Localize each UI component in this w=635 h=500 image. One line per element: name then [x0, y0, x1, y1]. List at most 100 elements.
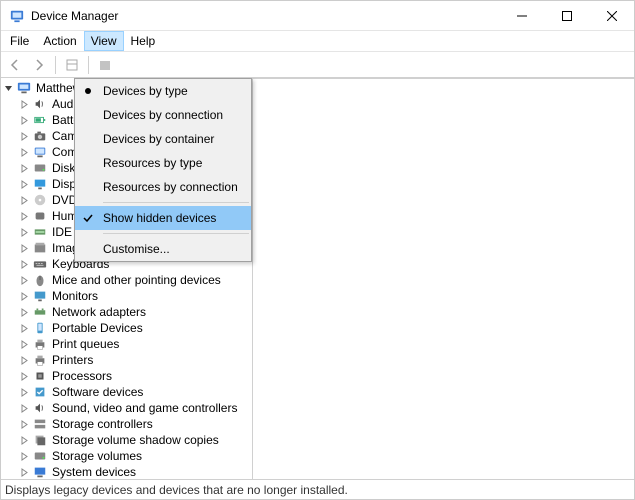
expand-icon[interactable]: [19, 240, 30, 256]
system-icon: [32, 464, 48, 479]
view-resources-by-type[interactable]: Resources by type: [75, 151, 251, 175]
tree-item[interactable]: System devices: [1, 464, 252, 479]
battery-icon: [32, 112, 48, 128]
menu-file[interactable]: File: [3, 31, 36, 51]
view-devices-by-connection[interactable]: Devices by connection: [75, 103, 251, 127]
maximize-button[interactable]: [544, 1, 589, 30]
tree-item[interactable]: Printers: [1, 352, 252, 368]
content-area: Matthew AudBatteCamComDiskDispDVDHuman I…: [1, 78, 634, 479]
tree-item-label: Printers: [52, 353, 93, 367]
menu-label: Devices by connection: [101, 108, 223, 122]
tree-item-label: Print queues: [52, 337, 119, 351]
cpu-icon: [32, 368, 48, 384]
window-buttons: [499, 1, 634, 30]
toolbar: [1, 52, 634, 78]
expand-icon[interactable]: [19, 304, 30, 320]
tree-item-label: Storage controllers: [52, 417, 153, 431]
expand-icon[interactable]: [19, 176, 30, 192]
view-devices-by-container[interactable]: Devices by container: [75, 127, 251, 151]
expand-icon[interactable]: [19, 416, 30, 432]
forward-button[interactable]: [28, 54, 50, 76]
disk-icon: [32, 448, 48, 464]
expand-icon[interactable]: [19, 208, 30, 224]
menu-label: Resources by type: [101, 156, 202, 170]
menu-action[interactable]: Action: [36, 31, 83, 51]
printer-icon: [32, 336, 48, 352]
monitor-icon: [32, 288, 48, 304]
tree-item[interactable]: Sound, video and game controllers: [1, 400, 252, 416]
view-customise[interactable]: Customise...: [75, 237, 251, 261]
expand-icon[interactable]: [19, 144, 30, 160]
expand-icon[interactable]: [19, 192, 30, 208]
tree-item-label: Network adapters: [52, 305, 146, 319]
tree-item[interactable]: Mice and other pointing devices: [1, 272, 252, 288]
view-show-hidden[interactable]: Show hidden devices: [75, 206, 251, 230]
close-button[interactable]: [589, 1, 634, 30]
menu-help[interactable]: Help: [124, 31, 163, 51]
menu-label: Resources by connection: [101, 180, 238, 194]
tree-item-label: Software devices: [52, 385, 143, 399]
ide-icon: [32, 224, 48, 240]
toolbar-separator: [88, 56, 89, 74]
expand-icon[interactable]: [19, 128, 30, 144]
view-devices-by-type[interactable]: Devices by type: [75, 79, 251, 103]
expand-icon[interactable]: [19, 224, 30, 240]
expand-icon[interactable]: [19, 96, 30, 112]
tree-item-label: Mice and other pointing devices: [52, 273, 221, 287]
tree-item[interactable]: Storage volumes: [1, 448, 252, 464]
storage-icon: [32, 416, 48, 432]
tree-item[interactable]: Storage controllers: [1, 416, 252, 432]
expand-icon[interactable]: [19, 384, 30, 400]
display-icon: [32, 176, 48, 192]
software-icon: [32, 384, 48, 400]
checkmark-icon: [75, 206, 101, 230]
tree-item[interactable]: Processors: [1, 368, 252, 384]
tree-item[interactable]: Print queues: [1, 336, 252, 352]
tree-item[interactable]: Network adapters: [1, 304, 252, 320]
expand-icon[interactable]: [19, 288, 30, 304]
statusbar: Displays legacy devices and devices that…: [1, 479, 634, 499]
expand-icon[interactable]: [19, 112, 30, 128]
menu-separator: [103, 233, 249, 234]
toolbar-separator: [55, 56, 56, 74]
tree-item-label: Disk: [52, 161, 75, 175]
window-title: Device Manager: [31, 9, 499, 23]
titlebar: Device Manager: [1, 1, 634, 31]
keyboard-icon: [32, 256, 48, 272]
back-button[interactable]: [4, 54, 26, 76]
menu-separator: [103, 202, 249, 203]
collapse-icon[interactable]: [3, 80, 14, 96]
menu-view[interactable]: View: [84, 31, 124, 51]
expand-icon[interactable]: [19, 256, 30, 272]
tree-item-label: Storage volume shadow copies: [52, 433, 219, 447]
view-resources-by-connection[interactable]: Resources by connection: [75, 175, 251, 199]
expand-icon[interactable]: [19, 400, 30, 416]
tree-item[interactable]: Storage volume shadow copies: [1, 432, 252, 448]
expand-icon[interactable]: [19, 320, 30, 336]
computer-icon: [32, 144, 48, 160]
expand-icon[interactable]: [19, 272, 30, 288]
tree-item-label: System devices: [52, 465, 136, 479]
minimize-button[interactable]: [499, 1, 544, 30]
tree-item[interactable]: Software devices: [1, 384, 252, 400]
menu-label: Devices by container: [101, 132, 214, 146]
tree-item[interactable]: Monitors: [1, 288, 252, 304]
network-icon: [32, 304, 48, 320]
imaging-icon: [32, 240, 48, 256]
expand-icon[interactable]: [19, 368, 30, 384]
toolbar-button[interactable]: [94, 54, 116, 76]
tree-item-label: Aud: [52, 97, 73, 111]
speaker-icon: [32, 96, 48, 112]
menubar: File Action View Help: [1, 31, 634, 52]
expand-icon[interactable]: [19, 160, 30, 176]
expand-icon[interactable]: [19, 464, 30, 479]
expand-icon[interactable]: [19, 432, 30, 448]
expand-icon[interactable]: [19, 352, 30, 368]
expand-icon[interactable]: [19, 336, 30, 352]
speaker-icon: [32, 400, 48, 416]
expand-icon[interactable]: [19, 448, 30, 464]
toolbar-button[interactable]: [61, 54, 83, 76]
printer-icon: [32, 352, 48, 368]
tree-item[interactable]: Portable Devices: [1, 320, 252, 336]
shadow-icon: [32, 432, 48, 448]
